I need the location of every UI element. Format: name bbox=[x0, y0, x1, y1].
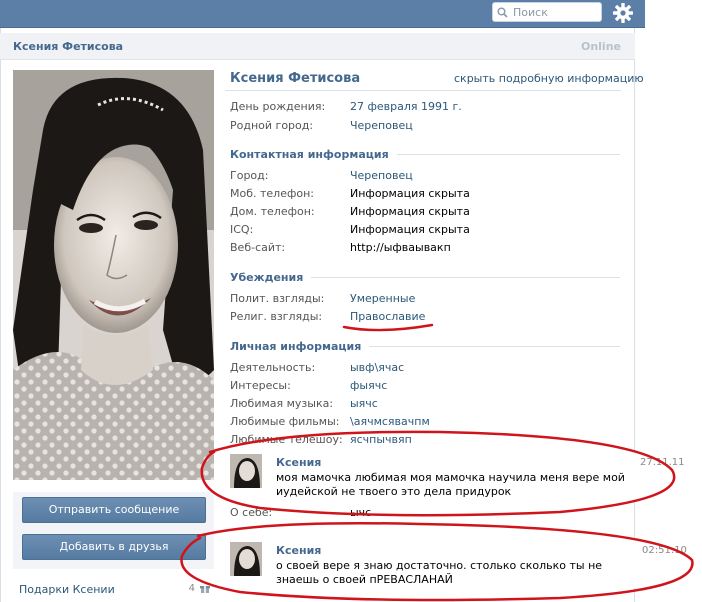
gift-icon bbox=[200, 586, 210, 593]
info-label: Город: bbox=[230, 169, 269, 182]
section-heading-personal: Личная информация bbox=[230, 340, 370, 353]
info-label: Интересы: bbox=[230, 379, 291, 392]
info-row-city: Город: Череповец bbox=[230, 169, 630, 185]
comment-text: моя мамочка любимая моя мамочка научила … bbox=[276, 471, 625, 498]
hide-details-link[interactable]: скрыть подробную информацию bbox=[454, 72, 644, 85]
search-input[interactable]: Поиск bbox=[492, 2, 602, 22]
avatar[interactable] bbox=[230, 542, 262, 576]
info-row-website: Веб-сайт: http://ыфваывакп bbox=[230, 241, 630, 257]
search-icon bbox=[497, 7, 508, 18]
info-value[interactable]: Череповец bbox=[350, 169, 413, 182]
info-row-about: О себе: ычс bbox=[230, 506, 630, 522]
info-row-activity: Деятельность: ывф\ячас bbox=[230, 361, 630, 377]
info-row-mobile: Моб. телефон: Информация скрыта bbox=[230, 187, 630, 203]
info-label: Религ. взгляды: bbox=[230, 310, 323, 323]
comment-author[interactable]: Ксения bbox=[276, 544, 321, 557]
divider bbox=[225, 90, 621, 91]
info-row-interests: Интересы: фыячс bbox=[230, 379, 630, 395]
gifts-section[interactable]: Подарки Ксении 4 bbox=[13, 583, 213, 599]
info-row-music: Любимая музыка: ыячс bbox=[230, 397, 630, 413]
profile-name: Ксения Фетисова bbox=[230, 71, 361, 86]
info-row-home-phone: Дом. телефон: Информация скрыта bbox=[230, 205, 630, 221]
top-bar: Поиск bbox=[0, 0, 645, 28]
add-friend-button[interactable]: Добавить в друзья bbox=[22, 534, 206, 560]
info-row-icq: ICQ: Информация скрыта bbox=[230, 223, 630, 239]
info-label: Родной город: bbox=[230, 119, 314, 132]
online-status: Online bbox=[580, 40, 621, 53]
comment-text: о своей вере я знаю достаточно. столько … bbox=[276, 559, 603, 586]
profile-photo[interactable] bbox=[13, 70, 214, 480]
comment-item: Ксения 27.11.11 моя мамочка любимая моя … bbox=[226, 452, 686, 500]
info-value[interactable]: ывф\ячас bbox=[350, 361, 404, 374]
comment-author[interactable]: Ксения bbox=[276, 456, 321, 469]
info-label: Любимые телешоу: bbox=[230, 433, 343, 446]
info-row-religion: Религ. взгляды: Православие bbox=[230, 310, 630, 326]
info-value[interactable]: 27 февраля 1991 г. bbox=[350, 100, 462, 113]
info-value[interactable]: фыячс bbox=[350, 379, 387, 392]
comment-time: 02:51:10 bbox=[642, 545, 687, 556]
info-value: Информация скрыта bbox=[350, 205, 470, 218]
search-placeholder: Поиск bbox=[513, 5, 548, 19]
info-value: Информация скрыта bbox=[350, 187, 470, 200]
info-row-politics: Полит. взгляды: Умеренные bbox=[230, 292, 630, 308]
info-value[interactable]: Православие bbox=[350, 310, 425, 323]
comment-item: Ксения 02:51:10 о своей вере я знаю дост… bbox=[226, 540, 687, 588]
gifts-link[interactable]: Подарки Ксении bbox=[19, 583, 115, 596]
info-label: Веб-сайт: bbox=[230, 241, 286, 254]
info-label: Любимые фильмы: bbox=[230, 415, 340, 428]
info-row-movies: Любимые фильмы: \аячмсявачпм bbox=[230, 415, 630, 431]
info-value[interactable]: ясчпычвяп bbox=[350, 433, 412, 446]
info-label: Любимая музыка: bbox=[230, 397, 334, 410]
info-value[interactable]: http://ыфваывакп bbox=[350, 241, 451, 254]
info-value[interactable]: Умеренные bbox=[350, 292, 415, 305]
info-label: Деятельность: bbox=[230, 361, 316, 374]
gifts-count: 4 bbox=[188, 583, 195, 594]
send-message-button[interactable]: Отправить сообщение bbox=[22, 497, 206, 523]
info-row-hometown: Родной город: Череповец bbox=[230, 119, 630, 135]
avatar[interactable] bbox=[230, 454, 262, 488]
info-row-tv-shows: Любимые телешоу: ясчпычвяп bbox=[230, 433, 630, 449]
info-label: О себе: bbox=[230, 506, 273, 519]
info-label: Моб. телефон: bbox=[230, 187, 315, 200]
info-value: ычс bbox=[350, 506, 372, 519]
info-value[interactable]: ыячс bbox=[350, 397, 378, 410]
info-value: Информация скрыта bbox=[350, 223, 470, 236]
info-label: Полит. взгляды: bbox=[230, 292, 325, 305]
gear-icon[interactable] bbox=[612, 2, 634, 24]
comment-time: 27.11.11 bbox=[640, 457, 685, 468]
page-title-bar: Ксения Фетисова Online bbox=[0, 33, 635, 60]
info-label: ICQ: bbox=[230, 223, 254, 236]
info-row-birthday: День рождения: 27 февраля 1991 г. bbox=[230, 100, 630, 116]
section-heading-beliefs: Убеждения bbox=[230, 271, 312, 284]
info-label: День рождения: bbox=[230, 100, 326, 113]
info-label: Дом. телефон: bbox=[230, 205, 315, 218]
info-value[interactable]: Череповец bbox=[350, 119, 413, 132]
info-value[interactable]: \аячмсявачпм bbox=[350, 415, 430, 428]
page-title: Ксения Фетисова bbox=[13, 40, 124, 53]
section-heading-contacts: Контактная информация bbox=[230, 148, 397, 161]
